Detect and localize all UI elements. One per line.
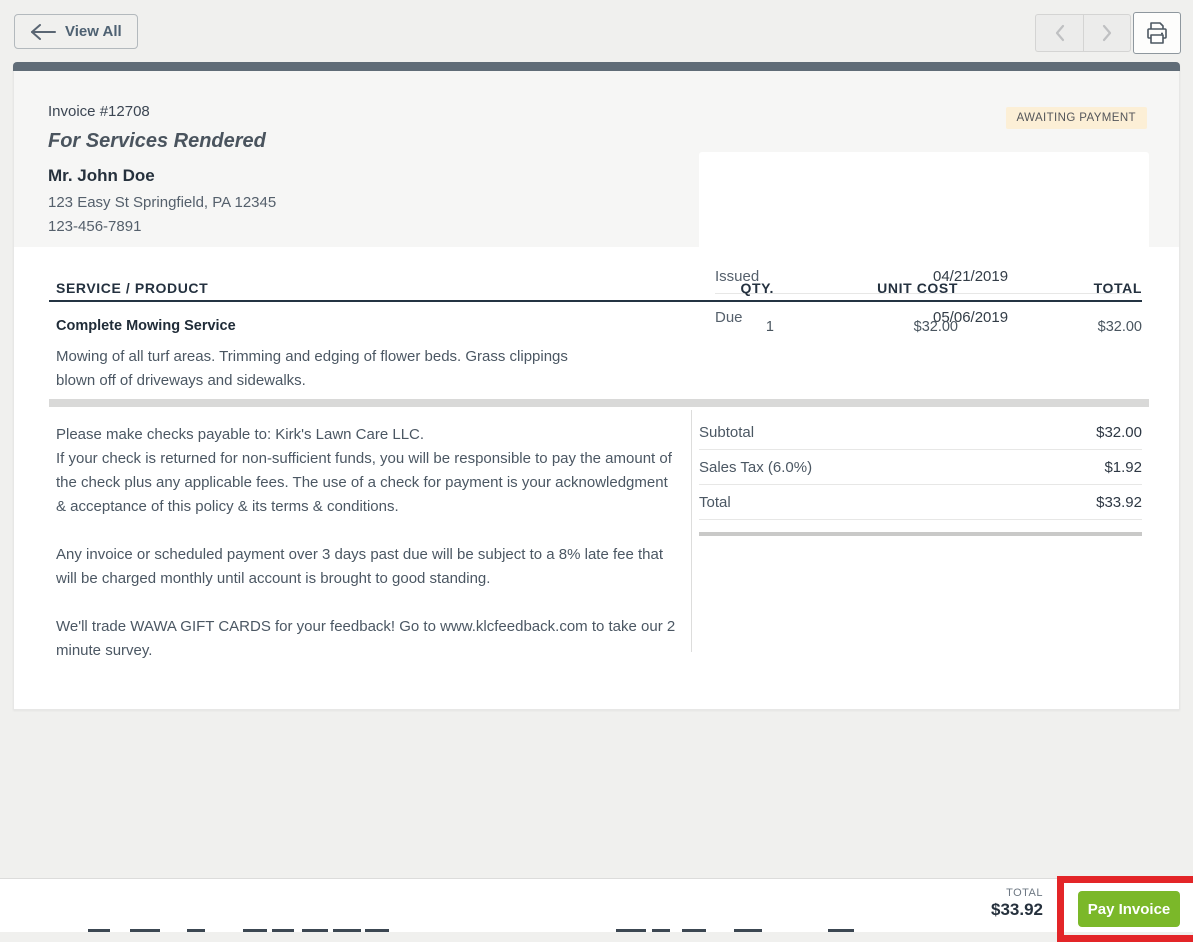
customer-name: Mr. John Doe (48, 166, 155, 186)
pay-invoice-button[interactable]: Pay Invoice (1078, 891, 1180, 927)
footer-total-value: $33.92 (991, 900, 1043, 920)
note-paragraph: We'll trade WAWA GIFT CARDS for your fee… (56, 615, 681, 663)
subtotal-value: $32.00 (1096, 424, 1142, 441)
total-label: Total (699, 494, 731, 511)
header-unit-cost: UNIT COST (828, 280, 958, 296)
note-paragraph: Please make checks payable to: Kirk's La… (56, 423, 681, 519)
line-item-name: Complete Mowing Service (56, 318, 236, 334)
line-item-total: $32.00 (1012, 319, 1142, 335)
invoice-notes: Please make checks payable to: Kirk's La… (56, 423, 681, 687)
invoice-page: { "colors": { "page_background": "#f0f0e… (0, 0, 1193, 932)
view-all-label: View All (65, 23, 122, 40)
line-item-qty: 1 (694, 319, 774, 335)
status-badge: AWAITING PAYMENT (1006, 107, 1148, 129)
sales-tax-row: Sales Tax (6.0%) $1.92 (699, 450, 1142, 485)
card-accent-bar (13, 62, 1180, 71)
total-value: $33.92 (1096, 494, 1142, 511)
totals-panel: Subtotal $32.00 Sales Tax (6.0%) $1.92 T… (699, 415, 1142, 536)
section-divider-bar (49, 399, 1149, 407)
pay-bar: TOTAL $33.92 Pay Invoice (0, 878, 1193, 932)
footer-total: TOTAL $33.92 (991, 887, 1043, 920)
notes-totals-divider (691, 410, 692, 652)
sales-tax-label: Sales Tax (6.0%) (699, 459, 812, 476)
invoice-title: For Services Rendered (48, 130, 266, 153)
previous-invoice-button[interactable] (1035, 14, 1083, 52)
invoice-dates-panel: Issued 04/21/2019 Due 05/06/2019 (699, 152, 1149, 258)
header-service-product: SERVICE / PRODUCT (56, 280, 208, 296)
customer-phone: 123-456-7891 (48, 218, 141, 235)
note-paragraph: Any invoice or scheduled payment over 3 … (56, 543, 681, 591)
footer-total-label: TOTAL (991, 887, 1043, 899)
header-qty: QTY. (694, 280, 774, 296)
chevron-right-icon (1101, 24, 1113, 42)
invoice-pager (1035, 12, 1181, 54)
printer-icon (1144, 20, 1170, 46)
line-item-unit-cost: $32.00 (828, 319, 958, 335)
invoice-number: Invoice #12708 (48, 103, 150, 120)
view-all-button[interactable]: View All (14, 14, 138, 49)
header-total: TOTAL (1012, 280, 1142, 296)
line-item-description: Mowing of all turf areas. Trimming and e… (56, 345, 571, 393)
line-items-header: SERVICE / PRODUCT QTY. UNIT COST TOTAL (49, 276, 1142, 302)
total-row: Total $33.92 (699, 485, 1142, 520)
print-button[interactable] (1133, 12, 1181, 54)
chevron-left-icon (1054, 24, 1066, 42)
subtotal-row: Subtotal $32.00 (699, 415, 1142, 450)
sales-tax-value: $1.92 (1104, 459, 1142, 476)
subtotal-label: Subtotal (699, 424, 754, 441)
left-arrow-icon (30, 24, 56, 40)
next-invoice-button[interactable] (1083, 14, 1131, 52)
invoice-card: Invoice #12708 For Services Rendered Mr.… (13, 62, 1180, 710)
customer-address: 123 Easy St Springfield, PA 12345 (48, 194, 276, 211)
totals-end-bar (699, 532, 1142, 536)
